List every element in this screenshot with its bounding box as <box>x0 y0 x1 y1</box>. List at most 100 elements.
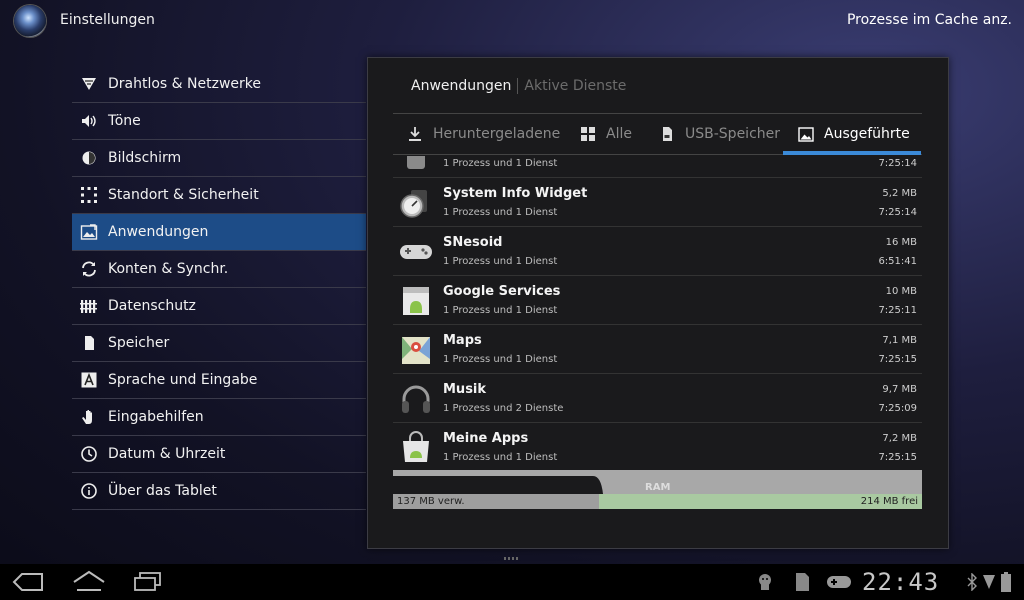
sidebar-item-date-time[interactable]: Datum & Uhrzeit <box>72 436 366 473</box>
sidebar-item-language-input[interactable]: Sprache und Eingabe <box>72 362 366 399</box>
android-box-icon <box>403 287 429 315</box>
recent-apps-icon[interactable] <box>132 571 164 593</box>
list-item[interactable]: Meine Apps 1 Prozess und 1 Dienst 7,2 MB… <box>393 423 922 468</box>
memory-size: 10 MB <box>885 286 917 297</box>
ram-label: RAM <box>645 482 671 493</box>
sd-card-notification-icon[interactable] <box>794 572 810 592</box>
brightness-icon <box>80 149 98 167</box>
settings-sidebar: Drahtlos & Netzwerke Töne Bildschirm Sta… <box>72 66 366 510</box>
sidebar-item-label: Sprache und Eingabe <box>108 372 258 388</box>
list-item[interactable]: Google Services 1 Prozess und 1 Dienst 1… <box>393 276 922 325</box>
list-item[interactable]: SNesoid 1 Prozess und 1 Dienst 16 MB 6:5… <box>393 227 922 276</box>
system-bar: 22:43 <box>0 564 1024 600</box>
sidebar-item-label: Konten & Synchr. <box>108 261 229 277</box>
location-grid-icon <box>80 186 98 204</box>
process-count: 1 Prozess und 1 Dienst <box>443 354 558 365</box>
sidebar-item-label: Anwendungen <box>108 224 209 240</box>
active-tab-indicator <box>783 151 921 155</box>
headphones-icon <box>402 385 430 413</box>
tab-all[interactable]: Alle <box>580 114 632 154</box>
sd-card-icon <box>663 127 672 141</box>
app-name: Google Services <box>443 284 561 299</box>
sidebar-item-accounts-sync[interactable]: Konten & Synchr. <box>72 251 366 288</box>
wifi-icon <box>80 75 98 93</box>
gauge-icon <box>400 190 427 218</box>
market-bag-icon <box>403 431 429 462</box>
list-item[interactable]: Musik 1 Prozess und 2 Dienste 9,7 MB 7:2… <box>393 374 922 423</box>
memory-size: 7,1 MB <box>882 335 917 346</box>
info-icon <box>80 482 98 500</box>
sidebar-item-label: Bildschirm <box>108 150 182 166</box>
sidebar-item-accessibility[interactable]: Eingabehilfen <box>72 399 366 436</box>
tab-usb-storage[interactable]: USB-Speicher <box>659 114 780 154</box>
home-icon[interactable] <box>72 570 106 592</box>
app-name: SNesoid <box>443 235 503 250</box>
sidebar-item-sounds[interactable]: Töne <box>72 103 366 140</box>
run-time: 7:25:14 <box>878 207 917 218</box>
tab-running[interactable]: Ausgeführte <box>798 114 910 154</box>
tab-label: Ausgeführte <box>824 126 910 142</box>
sidebar-item-storage[interactable]: Speicher <box>72 325 366 362</box>
process-count: 1 Prozess und 1 Dienst <box>443 305 558 316</box>
maps-icon <box>402 337 430 364</box>
sidebar-item-label: Standort & Sicherheit <box>108 187 259 203</box>
gamepad-notification-icon[interactable] <box>826 574 852 590</box>
hand-icon <box>80 408 98 426</box>
partial-app-icon <box>407 156 425 169</box>
panel-title[interactable]: Anwendungen <box>411 78 511 94</box>
app-name: Maps <box>443 333 482 348</box>
process-count: 1 Prozess und 2 Dienste <box>443 403 564 414</box>
title-divider <box>517 78 519 94</box>
gamepad-icon <box>400 245 432 259</box>
android-debug-icon[interactable] <box>755 572 775 592</box>
status-clock[interactable]: 22:43 <box>862 568 939 596</box>
sidebar-item-wireless[interactable]: Drahtlos & Netzwerke <box>72 66 366 103</box>
app-filter-tabs: Heruntergeladene Alle USB-Speicher Ausge… <box>393 113 922 155</box>
list-item[interactable]: 1 Prozess und 1 Dienst 7:25:14 <box>393 156 922 178</box>
back-icon[interactable] <box>12 572 44 592</box>
list-item[interactable]: Maps 1 Prozess und 1 Dienst 7,1 MB 7:25:… <box>393 325 922 374</box>
ram-free: 214 MB frei <box>599 494 922 509</box>
sidebar-item-display[interactable]: Bildschirm <box>72 140 366 177</box>
privacy-fence-icon <box>80 297 98 315</box>
list-item[interactable]: System Info Widget 1 Prozess und 1 Diens… <box>393 178 922 227</box>
process-count: 1 Prozess und 1 Dienst <box>443 452 558 463</box>
clock-icon <box>80 445 98 463</box>
ram-usage-bar: RAM 137 MB verw. 214 MB frei <box>393 470 922 510</box>
sd-card-icon <box>80 334 98 352</box>
active-services-link[interactable]: Aktive Dienste <box>524 78 626 94</box>
grid-icon <box>581 127 595 141</box>
sidebar-item-about-tablet[interactable]: Über das Tablet <box>72 473 366 510</box>
tab-label: Heruntergeladene <box>433 126 561 142</box>
run-time: 7:25:15 <box>878 452 917 463</box>
app-name: Meine Apps <box>443 431 529 446</box>
sidebar-item-label: Drahtlos & Netzwerke <box>108 76 262 92</box>
panel-title-bar: Anwendungen Aktive Dienste <box>411 78 626 94</box>
app-name: System Info Widget <box>443 186 588 201</box>
running-apps-list[interactable]: 1 Prozess und 1 Dienst 7:25:14 System In… <box>393 156 922 468</box>
battery-icon <box>1001 572 1011 592</box>
sidebar-item-label: Töne <box>108 113 141 129</box>
sidebar-item-privacy[interactable]: Datenschutz <box>72 288 366 325</box>
running-apps-icon <box>798 127 814 142</box>
tab-downloaded[interactable]: Heruntergeladene <box>407 114 560 154</box>
sidebar-item-applications[interactable]: Anwendungen <box>72 214 366 251</box>
sync-icon <box>80 260 98 278</box>
download-icon <box>409 127 421 141</box>
applications-icon <box>80 223 98 241</box>
show-cached-processes-button[interactable]: Prozesse im Cache anz. <box>847 12 1012 28</box>
speaker-icon <box>80 112 98 130</box>
tab-label: USB-Speicher <box>685 126 781 142</box>
sidebar-item-label: Speicher <box>108 335 170 351</box>
process-count: 1 Prozess und 1 Dienst <box>443 256 558 267</box>
bluetooth-icon <box>967 573 977 591</box>
sidebar-item-location-security[interactable]: Standort & Sicherheit <box>72 177 366 214</box>
memory-size: 9,7 MB <box>882 384 917 395</box>
settings-app-icon[interactable] <box>14 5 46 37</box>
memory-size: 16 MB <box>885 237 917 248</box>
run-time: 7:25:15 <box>878 354 917 365</box>
tab-label: Alle <box>606 126 632 142</box>
sidebar-item-label: Eingabehilfen <box>108 409 204 425</box>
notification-handle[interactable] <box>504 557 520 560</box>
applications-panel: Anwendungen Aktive Dienste Heruntergelad… <box>367 57 949 549</box>
